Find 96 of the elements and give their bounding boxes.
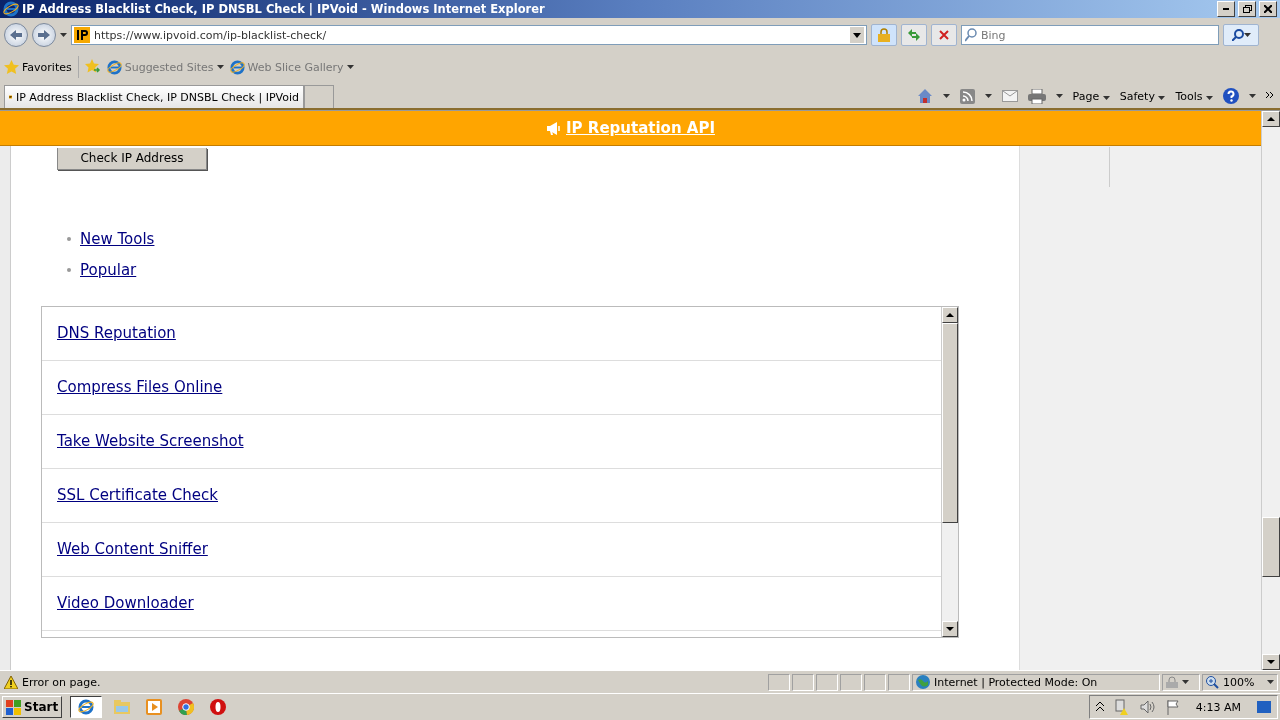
- show-hidden-icons[interactable]: [1095, 702, 1104, 712]
- command-menu[interactable]: Page: [1072, 89, 1110, 103]
- clock[interactable]: 4:13 AM: [1189, 700, 1247, 714]
- address-field[interactable]: https://www.ipvoid.com/ip-blacklist-check/: [71, 25, 867, 45]
- status-message: Error on page.: [0, 675, 768, 689]
- refresh-button[interactable]: [901, 24, 927, 46]
- windows-logo-icon: [6, 699, 22, 715]
- lock-icon: [1166, 676, 1178, 688]
- tool-link[interactable]: SSL Certificate Check: [57, 486, 218, 504]
- globe-icon: [916, 675, 930, 689]
- minimize-icon: [1223, 8, 1229, 10]
- tool-link[interactable]: Take Website Screenshot: [57, 432, 244, 450]
- tool-link[interactable]: Compress Files Online: [57, 378, 223, 396]
- warning-icon: [4, 675, 18, 689]
- search-icon: [965, 28, 977, 42]
- scroll-up-icon[interactable]: [1267, 117, 1275, 121]
- home-icon[interactable]: [916, 88, 933, 104]
- ie-page-icon: [106, 59, 122, 75]
- chrome-icon: [178, 699, 195, 715]
- ie-icon: [78, 699, 95, 715]
- protected-mode-button[interactable]: [1162, 673, 1200, 691]
- ie-icon: [3, 1, 19, 17]
- search-button[interactable]: [1223, 24, 1259, 46]
- zoom-icon: [1206, 675, 1219, 689]
- back-button[interactable]: [4, 23, 28, 47]
- caret-icon: [1182, 680, 1189, 684]
- status-pane: [840, 673, 862, 691]
- back-arrow-icon: [10, 30, 22, 40]
- nav-link[interactable]: New Tools: [80, 229, 155, 248]
- bullet-icon: [67, 236, 71, 241]
- scroll-thumb[interactable]: [1262, 517, 1280, 577]
- nav-link[interactable]: Popular: [80, 260, 137, 279]
- zoom-button[interactable]: 100%: [1202, 673, 1278, 691]
- megaphone-icon: [546, 121, 562, 135]
- search-field[interactable]: Bing: [961, 25, 1219, 45]
- dropdown-icon[interactable]: [850, 27, 864, 43]
- search-icon: [1231, 29, 1244, 41]
- caret-icon: [1102, 95, 1110, 100]
- tool-link[interactable]: DNS Reputation: [57, 324, 176, 342]
- favorites-button[interactable]: Favorites: [4, 59, 72, 75]
- help-icon[interactable]: [1223, 88, 1239, 104]
- caret-icon: [1158, 95, 1166, 100]
- list-scrollbar[interactable]: [941, 306, 958, 637]
- status-pane: [768, 673, 790, 691]
- security-zone: Internet | Protected Mode: On: [912, 673, 1160, 691]
- window-title: IP Address Blacklist Check, IP DNSBL Check | IPVoid - Windows Internet Explorer: [22, 2, 546, 16]
- bullet-icon: [67, 267, 71, 272]
- scroll-down-icon[interactable]: [1267, 660, 1275, 664]
- ie-page-icon: [229, 59, 245, 75]
- caret-icon: [346, 65, 354, 69]
- mail-icon[interactable]: [1001, 90, 1018, 102]
- speaker-icon[interactable]: [1139, 700, 1156, 714]
- caret-icon: [1267, 680, 1274, 684]
- command-menu[interactable]: Safety: [1119, 89, 1166, 103]
- caret-icon: [984, 94, 992, 98]
- caret-icon: [60, 33, 67, 37]
- caret-icon: [1206, 95, 1213, 100]
- close-icon: [939, 30, 949, 40]
- page-scrollbar[interactable]: [1261, 111, 1280, 670]
- stop-button[interactable]: [931, 24, 957, 46]
- media-player-icon: [146, 699, 163, 715]
- caret-icon: [1055, 94, 1063, 98]
- close-icon: [1264, 5, 1272, 13]
- tool-link[interactable]: Web Content Sniffer: [57, 540, 208, 558]
- lock-icon: [878, 28, 890, 42]
- restore-icon: [1242, 5, 1252, 13]
- opera-icon: [210, 699, 227, 715]
- taskbar-app-button[interactable]: [70, 696, 103, 718]
- folder-icon: [114, 700, 131, 714]
- printer-icon[interactable]: [1027, 88, 1046, 104]
- rss-feed-icon[interactable]: [959, 88, 975, 104]
- scroll-up-icon[interactable]: [946, 312, 954, 317]
- scroll-thumb[interactable]: [942, 322, 958, 523]
- caret-icon: [1249, 94, 1256, 98]
- start-button[interactable]: Start: [2, 696, 63, 718]
- caret-icon: [216, 65, 224, 69]
- status-pane: [888, 673, 910, 691]
- status-pane: [792, 673, 814, 691]
- tool-link[interactable]: Video Downloader: [57, 594, 194, 612]
- status-pane: [864, 673, 886, 691]
- refresh-arrows-icon: [907, 29, 921, 41]
- restore-button[interactable]: [1238, 1, 1256, 17]
- close-button[interactable]: [1259, 1, 1277, 17]
- command-menu[interactable]: Tools: [1175, 89, 1213, 103]
- forward-arrow-icon: [38, 30, 50, 40]
- minimize-button[interactable]: [1217, 1, 1235, 17]
- status-pane: [816, 673, 838, 691]
- forward-button[interactable]: [32, 23, 56, 47]
- caret-icon: [942, 94, 950, 98]
- scroll-down-icon[interactable]: [946, 626, 954, 631]
- star-icon: [4, 59, 19, 75]
- check-ip-button[interactable]: Check IP Address: [57, 147, 207, 170]
- chevron-icon[interactable]: [1266, 92, 1274, 100]
- browser-tab[interactable]: IP Address Blacklist Check, IP DNSBL Check | IPVoid: [4, 85, 304, 108]
- flag-icon[interactable]: [1165, 699, 1180, 715]
- caret-icon: [1243, 33, 1251, 37]
